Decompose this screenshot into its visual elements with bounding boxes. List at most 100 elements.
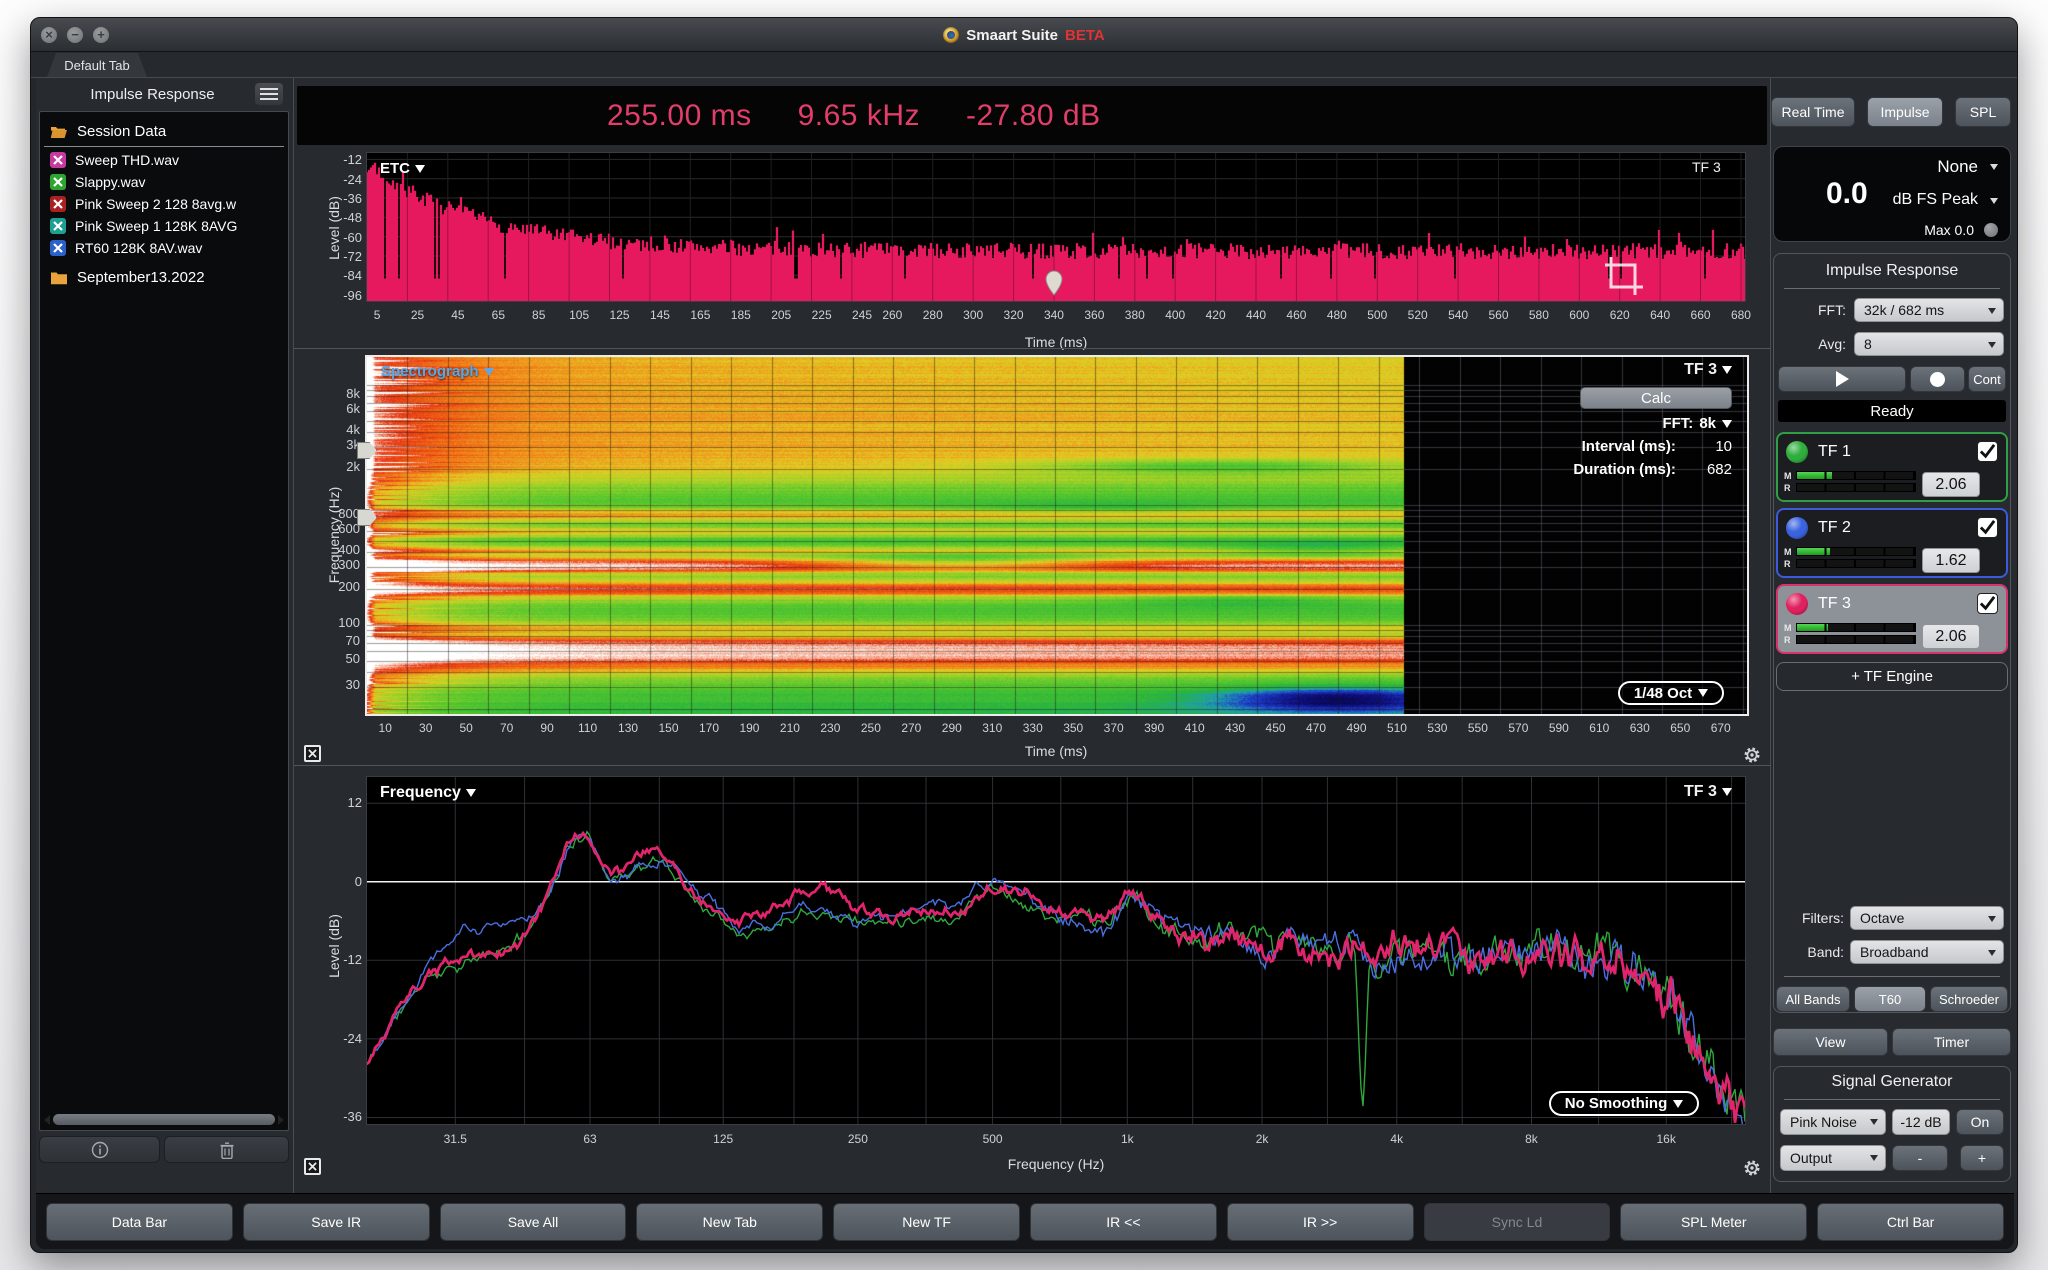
close-plot-button[interactable] [304, 745, 321, 762]
sync-ld-button[interactable]: Sync Ld [1424, 1203, 1611, 1241]
settings-gear-icon[interactable] [1742, 745, 1762, 765]
tick-label: 580 [1529, 308, 1549, 322]
meter-unit-dropdown[interactable]: dB FS Peak [1893, 191, 1978, 209]
tick-label: 320 [1004, 308, 1024, 322]
generator-level-down-button[interactable]: - [1892, 1145, 1948, 1171]
tf3-track-button[interactable] [1987, 629, 2002, 644]
generator-on-button[interactable]: On [1956, 1109, 2004, 1135]
etc-plot[interactable] [367, 153, 1745, 301]
app-logo-icon [943, 27, 959, 43]
tf2-color-ball[interactable] [1786, 517, 1808, 539]
file-item[interactable]: Sweep THD.wav [40, 149, 288, 171]
t60-button[interactable]: T60 [1854, 986, 1926, 1012]
file-item[interactable]: Pink Sweep 2 128 8avg.w [40, 193, 288, 215]
spectrograph-plot[interactable] [365, 355, 1749, 716]
tf3-engine-row[interactable]: TF 3 M R 2.06 [1776, 584, 2008, 654]
settings-gear-icon[interactable] [1742, 1158, 1762, 1178]
file-item[interactable]: RT60 128K 8AV.wav [40, 237, 288, 259]
avg-dropdown[interactable]: 8 [1854, 332, 2004, 356]
fft-dropdown[interactable]: 32k / 682 ms [1854, 298, 2004, 322]
generator-level-up-button[interactable]: + [1960, 1145, 2004, 1171]
file-item[interactable]: Slappy.wav [40, 171, 288, 193]
tf1-track-button[interactable] [1987, 477, 2002, 492]
generator-level-value[interactable]: -12 dB [1892, 1109, 1950, 1135]
tf3-delay-value[interactable]: 2.06 [1922, 624, 1980, 649]
tick-label: 410 [1185, 721, 1205, 735]
tf2-engine-row[interactable]: TF 2 M R 1.62 [1776, 508, 2008, 578]
tf1-color-ball[interactable] [1786, 441, 1808, 463]
schroeder-button[interactable]: Schroeder [1930, 986, 2008, 1012]
frequency-plot[interactable] [367, 777, 1745, 1124]
frequency-type-dropdown[interactable]: Frequency [380, 784, 476, 802]
horizontal-scrollbar[interactable] [44, 1113, 284, 1126]
mode-impulse-button[interactable]: Impulse [1867, 97, 1943, 127]
tab-default[interactable]: Default Tab [47, 53, 147, 77]
play-button[interactable] [1778, 366, 1906, 392]
add-tf-engine-button[interactable]: + TF Engine [1776, 662, 2008, 691]
continuous-button[interactable]: Cont [1968, 366, 2006, 392]
spectrograph-trace-dropdown[interactable]: TF 3 [1573, 361, 1732, 379]
scrollbar-thumb[interactable] [53, 1114, 275, 1125]
band-dropdown[interactable]: Broadband [1850, 940, 2004, 964]
wav-file-icon [50, 152, 66, 168]
file-info-button[interactable] [39, 1136, 160, 1163]
tf1-delay-value[interactable]: 2.06 [1922, 472, 1980, 497]
mode-spl-button[interactable]: SPL [1955, 97, 2011, 127]
etc-trace-label[interactable]: TF 3 [1692, 159, 1721, 175]
spectrograph-fft-dropdown[interactable]: FFT: 8k [1573, 415, 1732, 432]
save-all-button[interactable]: Save All [440, 1203, 627, 1241]
etc-type-dropdown[interactable]: ETC [380, 160, 425, 177]
calc-button[interactable]: Calc [1580, 387, 1732, 409]
filters-dropdown[interactable]: Octave [1850, 906, 2004, 930]
generator-output-dropdown[interactable]: Output [1780, 1145, 1886, 1171]
dropdown-arrow-icon [1722, 788, 1732, 796]
impulse-response-controls: Impulse Response FFT: 32k / 682 ms Avg: … [1773, 253, 2011, 1013]
tick-label: 490 [1346, 721, 1366, 735]
tf2-visible-checkbox[interactable] [1977, 517, 1998, 538]
new-tf-button[interactable]: New TF [833, 1203, 1020, 1241]
smoothing-dropdown[interactable]: No Smoothing [1549, 1091, 1699, 1116]
tf1-visible-checkbox[interactable] [1977, 441, 1998, 462]
timer-button[interactable]: Timer [1892, 1028, 2011, 1056]
interval-value[interactable]: 10 [1680, 438, 1732, 455]
tick-label: 12 [318, 795, 362, 810]
spl-meter-button[interactable]: SPL Meter [1620, 1203, 1807, 1241]
duration-value[interactable]: 682 [1680, 461, 1732, 478]
signal-type-dropdown[interactable]: Pink Noise [1780, 1109, 1886, 1135]
session-data-folder[interactable]: Session Data [40, 118, 288, 145]
view-button[interactable]: View [1773, 1028, 1888, 1056]
spectrograph-type-dropdown[interactable]: Spectrograph [381, 363, 494, 380]
file-delete-button[interactable] [164, 1136, 289, 1163]
readout-level: -27.80 dB [966, 99, 1101, 133]
date-folder[interactable]: September13.2022 [40, 264, 288, 291]
record-icon [1930, 372, 1945, 387]
new-tab-button[interactable]: New Tab [636, 1203, 823, 1241]
tf2-delay-value[interactable]: 1.62 [1922, 548, 1980, 573]
meter-source-dropdown[interactable]: None [1937, 157, 1978, 177]
ctrl-bar-button[interactable]: Ctrl Bar [1817, 1203, 2004, 1241]
mode-real-time-button[interactable]: Real Time [1771, 97, 1855, 127]
tf2-m-meter [1796, 547, 1916, 556]
tf3-visible-checkbox[interactable] [1977, 593, 1998, 614]
tf1-engine-row[interactable]: TF 1 M R 2.06 [1776, 432, 2008, 502]
tf2-track-button[interactable] [1987, 553, 2002, 568]
octave-resolution-dropdown[interactable]: 1/48 Oct [1618, 681, 1724, 705]
ir-forward-button[interactable]: IR >> [1227, 1203, 1414, 1241]
scroll-left-icon[interactable] [44, 1115, 50, 1125]
sidebar-menu-button[interactable] [255, 83, 283, 105]
file-item[interactable]: Pink Sweep 1 128K 8AVG [40, 215, 288, 237]
scroll-right-icon[interactable] [278, 1115, 284, 1125]
dropdown-arrow-icon [1870, 1119, 1878, 1125]
tick-label: 16k [1657, 1132, 1676, 1146]
all-bands-button[interactable]: All Bands [1776, 986, 1850, 1012]
tick-label: 660 [1691, 308, 1711, 322]
data-bar-button[interactable]: Data Bar [46, 1203, 233, 1241]
tf3-color-ball[interactable] [1786, 593, 1808, 615]
tick-label: 145 [650, 308, 670, 322]
meter-peak-reset-button[interactable] [1984, 223, 1998, 237]
frequency-trace-dropdown[interactable]: TF 3 [1684, 783, 1732, 801]
close-plot-button[interactable] [304, 1158, 321, 1175]
ir-back-button[interactable]: IR << [1030, 1203, 1217, 1241]
record-button[interactable] [1910, 366, 1965, 392]
save-ir-button[interactable]: Save IR [243, 1203, 430, 1241]
